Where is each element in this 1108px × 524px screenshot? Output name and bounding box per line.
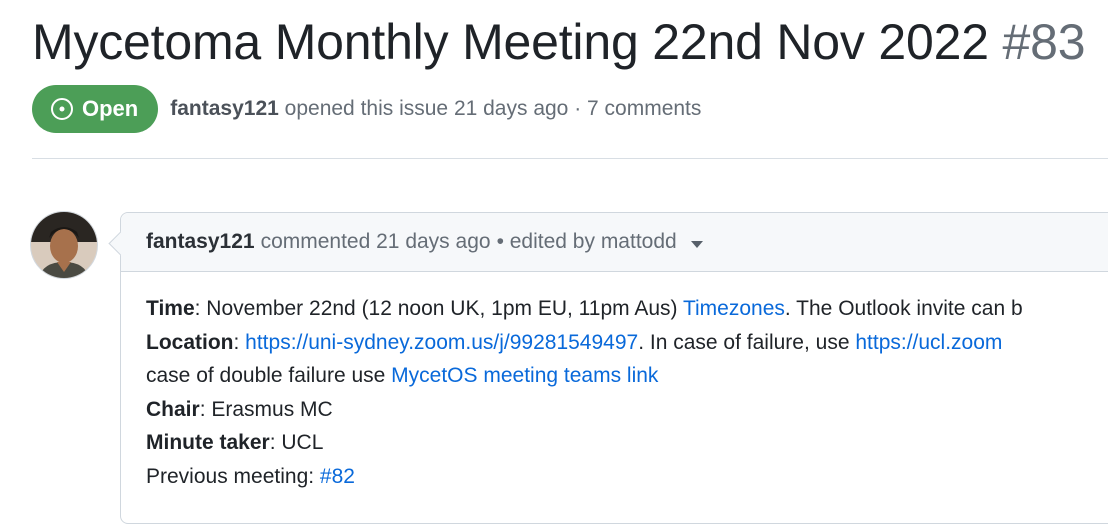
previous-meeting-line: Previous meeting: #82 [146,460,1108,494]
issue-author-link[interactable]: fantasy121 [170,97,279,120]
time-value: : November 22nd (12 noon UK, 1pm EU, 11p… [194,297,683,320]
issue-meta: Open fantasy121 opened this issue 21 day… [32,85,701,133]
status-label: Open [82,96,139,121]
timezones-link[interactable]: Timezones [683,297,785,320]
fallback-text: case of double failure use [146,364,392,387]
time-label: Time [146,297,195,320]
ucl-zoom-link[interactable]: https://ucl.zoom [855,331,1002,354]
previous-meeting-text: Previous meeting: [146,464,320,488]
comment-header: fantasy121 commented 21 days ago • edite… [121,213,1108,272]
time-tail: . The Outlook invite can b [784,297,1023,320]
comment-author-link[interactable]: fantasy121 [146,230,255,254]
comment-timestamp[interactable]: commented 21 days ago [261,230,491,254]
comment-body: Time: November 22nd (12 noon UK, 1pm EU,… [121,272,1108,493]
chevron-down-icon[interactable] [690,240,703,248]
minute-taker-value: : UCL [269,431,324,454]
issue-title-text: Mycetoma Monthly Meeting 22nd Nov 2022 [32,14,989,70]
issue-meta-text: fantasy121 opened this issue 21 days ago… [170,97,701,121]
time-line: Time: November 22nd (12 noon UK, 1pm EU,… [146,292,1108,326]
zoom-link[interactable]: https://uni-sydney.zoom.us/j/99281549497 [245,331,638,354]
location-mid: . In case of failure, use [638,330,856,354]
comment-edited-text[interactable]: • edited by mattodd [497,230,677,254]
location-label: Location [146,330,234,354]
minute-taker-line: Minute taker: UCL [146,426,1108,460]
chair-value: : Erasmus MC [199,397,333,421]
previous-meeting-link[interactable]: #82 [320,465,355,488]
location-line: Location: https://uni-sydney.zoom.us/j/9… [146,326,1108,360]
header-divider [32,158,1108,159]
fallback-line: case of double failure use MycetOS meeti… [146,359,1108,393]
location-sep: : [233,330,246,354]
comment-box: fantasy121 commented 21 days ago • edite… [120,212,1108,524]
issue-title: Mycetoma Monthly Meeting 22nd Nov 2022 #… [32,10,1086,74]
status-badge: Open [32,85,159,133]
issue-number: #83 [1002,14,1086,70]
minute-taker-label: Minute taker [146,431,270,454]
chair-line: Chair: Erasmus MC [146,393,1108,427]
chair-label: Chair [146,397,200,421]
avatar[interactable] [30,211,98,279]
issue-opened-icon [51,98,73,120]
teams-link[interactable]: MycetOS meeting teams link [391,364,658,387]
issue-opened-text: opened this issue 21 days ago · 7 commen… [284,97,702,120]
